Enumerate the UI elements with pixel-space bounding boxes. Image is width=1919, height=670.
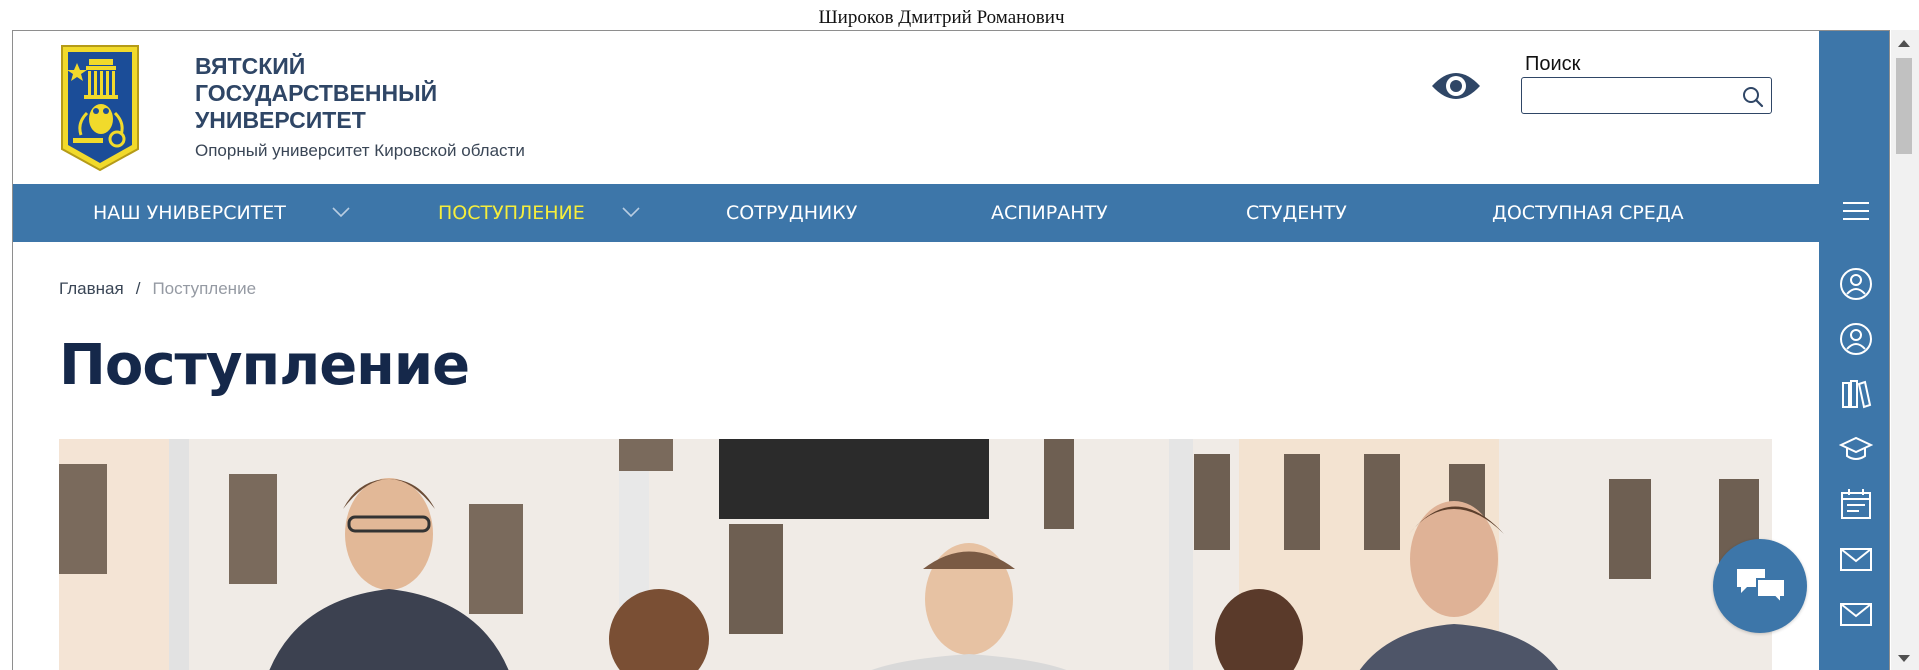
breadcrumb-home[interactable]: Главная: [59, 279, 124, 298]
chevron-down-icon[interactable]: [621, 205, 641, 219]
page-scrollbar[interactable]: [1891, 30, 1919, 670]
nav-item-admission[interactable]: ПОСТУПЛЕНИЕ: [438, 184, 585, 242]
search-label: Поиск: [1525, 53, 1581, 75]
nav-item-employee[interactable]: СОТРУДНИКУ: [726, 184, 857, 242]
eye-icon[interactable]: [1430, 66, 1482, 106]
hero-photo: [59, 439, 1772, 670]
mail-icon[interactable]: [1839, 542, 1873, 576]
graduation-cap-icon[interactable]: [1839, 432, 1873, 466]
user-account-icon[interactable]: [1839, 267, 1873, 301]
main-nav: НАШ УНИВЕРСИТЕТ ПОСТУПЛЕНИЕ СОТРУДНИКУ А…: [13, 184, 1819, 242]
university-logo[interactable]: [59, 43, 141, 173]
breadcrumb: Главная / Поступление: [59, 279, 256, 299]
search-icon[interactable]: [1741, 85, 1765, 109]
menu-icon[interactable]: [1839, 194, 1873, 228]
calendar-icon[interactable]: [1839, 487, 1873, 521]
chat-icon: [1737, 569, 1786, 606]
scroll-up-arrow[interactable]: [1898, 40, 1910, 47]
brand-block: ВЯТСКИЙ ГОСУДАРСТВЕННЫЙ УНИВЕРСИТЕТ Опор…: [195, 53, 525, 161]
nav-item-student[interactable]: СТУДЕНТУ: [1246, 184, 1347, 242]
brand-name[interactable]: ВЯТСКИЙ ГОСУДАРСТВЕННЫЙ УНИВЕРСИТЕТ: [195, 53, 455, 134]
breadcrumb-separator: /: [135, 279, 141, 298]
page-title: Поступление: [59, 333, 470, 398]
brand-subtitle: Опорный университет Кировской области: [195, 141, 525, 160]
side-panel: [1819, 31, 1889, 670]
search-field: [1521, 77, 1772, 114]
search-input[interactable]: [1528, 82, 1728, 110]
breadcrumb-current: Поступление: [152, 279, 257, 298]
chat-button[interactable]: [1713, 539, 1807, 633]
user-profile-icon[interactable]: [1839, 322, 1873, 356]
mail-icon[interactable]: [1839, 597, 1873, 631]
nav-item-our-university[interactable]: НАШ УНИВЕРСИТЕТ: [93, 184, 286, 242]
current-user-name: Широков Дмитрий Романович: [818, 7, 1065, 28]
site-frame: ВЯТСКИЙ ГОСУДАРСТВЕННЫЙ УНИВЕРСИТЕТ Опор…: [12, 30, 1890, 670]
scroll-down-arrow[interactable]: [1898, 655, 1910, 662]
chevron-down-icon[interactable]: [331, 205, 351, 219]
nav-item-accessible-environment[interactable]: ДОСТУПНАЯ СРЕДА: [1492, 184, 1684, 242]
scrollbar-thumb[interactable]: [1896, 58, 1912, 154]
nav-item-postgraduate[interactable]: АСПИРАНТУ: [991, 184, 1108, 242]
library-books-icon[interactable]: [1839, 377, 1873, 411]
